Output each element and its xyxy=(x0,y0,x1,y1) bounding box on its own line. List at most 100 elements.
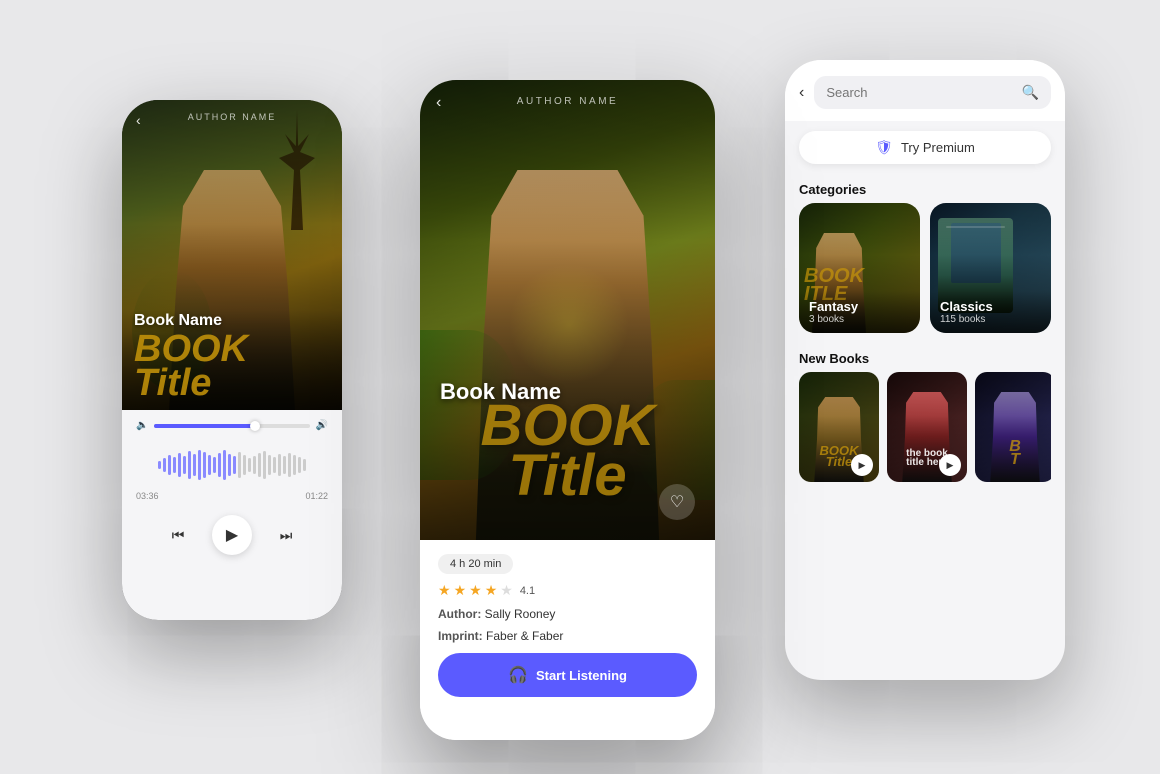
category-card-fantasy[interactable]: BOOKITLE Fantasy 3 books xyxy=(799,203,920,333)
cat-fantasy-count: 3 books xyxy=(809,314,910,325)
player-controls-area: 🔈 🔊 03:36 01:22 ⏮ ▶ ⏭ xyxy=(122,410,342,620)
progress-bar-fill xyxy=(154,424,255,428)
category-card-classics[interactable]: Classics 115 books xyxy=(930,203,1051,333)
next-button[interactable]: ⏭ xyxy=(270,519,302,551)
time-row: 03:36 01:22 xyxy=(136,491,328,501)
wave-bar-22 xyxy=(268,455,271,475)
player-book-name: Book Name xyxy=(134,312,330,330)
categories-grid: BOOKITLE Fantasy 3 books Classics 115 bo… xyxy=(785,203,1065,333)
imprint-label: Imprint: xyxy=(438,629,483,643)
search-icon[interactable]: 🔍 xyxy=(1022,84,1039,101)
star-5: ★ xyxy=(500,582,513,599)
playback-controls: ⏮ ▶ ⏭ xyxy=(136,515,328,555)
start-listening-button[interactable]: 🎧 Start Listening xyxy=(438,653,697,697)
wave-bar-25 xyxy=(283,456,286,474)
time-total: 01:22 xyxy=(305,491,328,501)
start-button-label: Start Listening xyxy=(536,668,627,683)
player-overlay: Book Name BOOKTitle xyxy=(122,310,342,410)
premium-button[interactable]: 🛡 Try Premium xyxy=(799,131,1051,164)
wave-bar-26 xyxy=(288,453,291,477)
cat-classics-name: Classics xyxy=(940,299,1041,314)
search-input-wrap[interactable]: 🔍 xyxy=(814,76,1051,109)
nb2-play-button[interactable]: ▶ xyxy=(939,454,961,476)
premium-label: Try Premium xyxy=(901,140,975,155)
star-4: ★ xyxy=(485,582,498,599)
wave-bar-24 xyxy=(278,454,281,476)
favorite-button[interactable]: ♡ xyxy=(659,484,695,520)
time-elapsed: 03:36 xyxy=(136,491,159,501)
volume-low-icon[interactable]: 🔈 xyxy=(136,420,148,431)
wave-bar-17 xyxy=(243,455,246,475)
nb3-title-art: BT xyxy=(977,440,1051,467)
detail-meta-row: 4 h 20 min xyxy=(438,554,697,574)
player-back-button[interactable]: ‹ xyxy=(136,112,141,128)
cat-fantasy-name: Fantasy xyxy=(809,299,910,314)
detail-author-row: Author: Sally Rooney xyxy=(438,607,697,621)
new-book-card-1[interactable]: BOOKTitle ▶ xyxy=(799,372,879,482)
phone-search: ‹ 🔍 🛡 Try Premium Categories BOOKITLE Fa… xyxy=(785,60,1065,680)
stars-rating-row: ★ ★ ★ ★ ★ 4.1 xyxy=(438,582,697,599)
wave-bar-13 xyxy=(223,450,226,480)
wave-bar-18 xyxy=(248,458,251,472)
detail-back-button[interactable]: ‹ xyxy=(436,94,441,112)
star-1: ★ xyxy=(438,582,451,599)
wave-bar-21 xyxy=(263,451,266,479)
wave-bar-20 xyxy=(258,453,261,477)
prev-button[interactable]: ⏮ xyxy=(162,519,194,551)
phone-detail: AUTHOR NAME ‹ Book Name BOOKTitle ♡ 4 h … xyxy=(420,80,715,740)
search-input[interactable] xyxy=(826,85,1013,100)
player-progress-row: 🔈 🔊 xyxy=(136,420,328,431)
author-value: Sally Rooney xyxy=(485,607,556,621)
wave-bar-4 xyxy=(178,453,181,477)
detail-author-text: AUTHOR NAME xyxy=(420,96,715,107)
wave-bar-23 xyxy=(273,457,276,473)
progress-thumb xyxy=(250,421,260,431)
detail-bottom: 4 h 20 min ★ ★ ★ ★ ★ 4.1 Author: Sally R… xyxy=(420,540,715,740)
headphone-icon: 🎧 xyxy=(508,665,528,685)
wave-bar-1 xyxy=(163,458,166,472)
star-2: ★ xyxy=(454,582,467,599)
detail-cover: AUTHOR NAME ‹ Book Name BOOKTitle ♡ xyxy=(420,80,715,540)
cat-classics-count: 115 books xyxy=(940,314,1041,325)
wave-bar-10 xyxy=(208,455,211,475)
wave-bar-19 xyxy=(253,456,256,474)
volume-high-icon[interactable]: 🔊 xyxy=(316,420,328,431)
wave-bar-29 xyxy=(303,459,306,471)
detail-imprint-row: Imprint: Faber & Faber xyxy=(438,629,697,643)
premium-shield-icon: 🛡 xyxy=(875,139,893,156)
wave-bar-6 xyxy=(188,451,191,479)
wave-bar-15 xyxy=(233,456,236,474)
wave-bar-7 xyxy=(193,454,196,476)
cat-fantasy-overlay: Fantasy 3 books xyxy=(799,291,920,333)
wave-bar-5 xyxy=(183,456,186,474)
progress-bar[interactable] xyxy=(154,424,309,428)
wave-bar-0 xyxy=(158,461,161,469)
new-books-section-label: New Books xyxy=(785,343,1065,372)
wave-bar-16 xyxy=(238,452,241,478)
play-button[interactable]: ▶ xyxy=(212,515,252,555)
wave-bar-12 xyxy=(218,453,221,477)
new-books-section: BOOKTitle ▶ the booktitle here ▶ BT xyxy=(785,372,1065,482)
wave-bar-8 xyxy=(198,450,201,480)
wave-bar-11 xyxy=(213,457,216,473)
phone-player: AUTHOR NAME ‹ Book Name BOOKTitle 🔈 🔊 03… xyxy=(122,100,342,620)
categories-section-label: Categories xyxy=(785,174,1065,203)
new-book-card-3[interactable]: BT xyxy=(975,372,1051,482)
imprint-value: Faber & Faber xyxy=(486,629,563,643)
waveform xyxy=(136,445,328,485)
search-back-button[interactable]: ‹ xyxy=(799,84,804,102)
wave-bar-2 xyxy=(168,455,171,475)
author-label: Author: xyxy=(438,607,481,621)
star-3: ★ xyxy=(469,582,482,599)
wave-bar-14 xyxy=(228,454,231,476)
main-scene: AUTHOR NAME ‹ Book Name BOOKTitle 🔈 🔊 03… xyxy=(0,0,1160,774)
search-header: ‹ 🔍 xyxy=(785,60,1065,121)
cat-classics-overlay: Classics 115 books xyxy=(930,291,1051,333)
player-author-text: AUTHOR NAME xyxy=(122,112,342,122)
new-book-card-2[interactable]: the booktitle here ▶ xyxy=(887,372,967,482)
wave-bar-9 xyxy=(203,452,206,478)
duration-badge: 4 h 20 min xyxy=(438,554,513,574)
nb1-play-button[interactable]: ▶ xyxy=(851,454,873,476)
wave-bar-27 xyxy=(293,455,296,475)
player-book-title-art: BOOKTitle xyxy=(134,332,330,400)
